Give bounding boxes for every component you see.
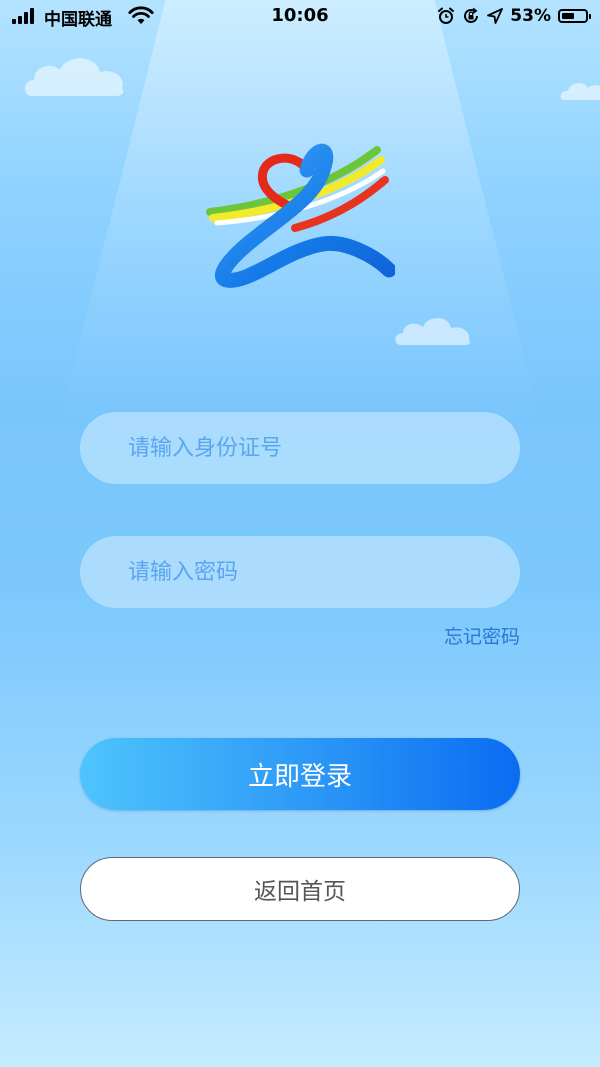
id-number-input[interactable] xyxy=(128,412,520,484)
alarm-icon xyxy=(438,7,455,24)
cloud-decoration xyxy=(395,318,471,345)
password-input[interactable] xyxy=(128,536,520,608)
cloud-decoration xyxy=(560,83,600,100)
status-bar: 中国联通 10:06 53% xyxy=(0,0,600,34)
forgot-password-link[interactable]: 忘记密码 xyxy=(444,622,520,649)
id-number-field[interactable] xyxy=(80,412,520,484)
orientation-lock-icon xyxy=(464,7,479,23)
battery-icon xyxy=(558,9,591,23)
login-button[interactable]: 立即登录 xyxy=(80,738,520,810)
battery-level-fill xyxy=(562,13,574,19)
heart-ribbon-logo xyxy=(206,143,395,288)
cloud-decoration xyxy=(24,58,124,96)
login-screen: 中国联通 10:06 53% 请输入身份证号 忘记密码 立即登录 返回首页 xyxy=(0,0,600,1067)
password-field[interactable] xyxy=(80,536,520,608)
back-to-home-button[interactable]: 返回首页 xyxy=(80,857,520,921)
status-icons: 53% xyxy=(437,5,591,27)
battery-percentage: 53% xyxy=(510,6,551,26)
location-arrow-icon xyxy=(487,8,504,24)
